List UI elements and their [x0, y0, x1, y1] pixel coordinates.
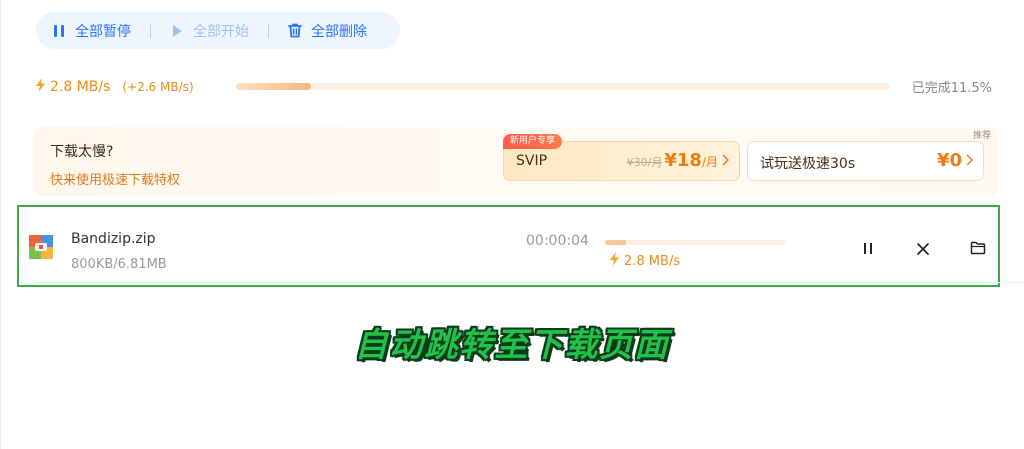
- trial-current-price: ¥0: [936, 150, 962, 171]
- open-folder-button[interactable]: [969, 240, 987, 258]
- remove-button[interactable]: [914, 240, 932, 258]
- svip-price: ¥30/月 ¥18 /月: [626, 150, 730, 171]
- svip-original-price: ¥30/月: [626, 156, 663, 169]
- pause-all-button[interactable]: 全部暂停: [52, 12, 131, 49]
- zip-archive-icon: [29, 235, 53, 259]
- overall-progress-bar: [236, 83, 890, 90]
- lightning-icon: [36, 78, 45, 96]
- folder-icon: [970, 240, 986, 259]
- svip-price-unit: /月: [701, 155, 718, 169]
- download-item-row[interactable]: Bandizip.zip 800KB/6.81MB 00:00:04 2.8 M…: [17, 205, 1000, 287]
- promo-title: 下载太慢?: [50, 144, 114, 160]
- elapsed-time: 00:00:04: [526, 233, 589, 249]
- item-progress-bar: [605, 240, 786, 245]
- completed-percent: 已完成11.5%: [911, 81, 992, 96]
- play-icon: [170, 24, 184, 38]
- recommend-tag: 推荐: [972, 131, 991, 141]
- svip-offer-card[interactable]: 新用户专享 SVIP ¥30/月 ¥18 /月: [503, 134, 740, 181]
- overall-progress-fill: [236, 83, 312, 90]
- start-all-button[interactable]: 全部开始: [170, 12, 249, 49]
- toolbar-separator: [150, 23, 151, 38]
- list-divider: [36, 282, 1024, 283]
- pause-icon: [52, 24, 66, 38]
- chevron-right-icon: [722, 151, 730, 170]
- toolbar-separator: [268, 23, 269, 38]
- item-speed: 2.8 MB/s: [610, 252, 680, 270]
- new-user-badge: 新用户专享: [503, 134, 563, 149]
- item-progress-fill: [605, 240, 626, 245]
- delete-all-label: 全部删除: [311, 23, 367, 40]
- close-icon: [917, 240, 929, 259]
- item-speed-value: 2.8 MB/s: [624, 253, 681, 269]
- file-size: 800KB/6.81MB: [71, 257, 167, 272]
- download-toolbar: 全部暂停 全部开始 全部删除: [36, 12, 400, 49]
- pause-icon: [863, 240, 873, 259]
- delete-all-button[interactable]: 全部删除: [288, 12, 367, 49]
- svip-label: SVIP: [516, 153, 548, 169]
- trash-icon: [288, 23, 302, 38]
- overall-status: 2.8 MB/s (+2.6 MB/s) 已完成11.5%: [36, 75, 996, 99]
- chevron-right-icon: [966, 151, 974, 170]
- trial-offer-card[interactable]: 试玩送极速30s ¥0: [747, 141, 984, 181]
- trial-label: 试玩送极速30s: [760, 156, 856, 172]
- start-all-label: 全部开始: [193, 23, 249, 40]
- left-border: [0, 0, 1, 449]
- overlay-caption: 自动跳转至下载页面: [354, 325, 670, 364]
- pause-button[interactable]: [859, 240, 877, 258]
- lightning-icon: [610, 252, 619, 270]
- overall-speed: 2.8 MB/s (+2.6 MB/s): [36, 78, 194, 96]
- boost-speed: (+2.6 MB/s): [122, 80, 194, 94]
- trial-price: ¥0: [936, 150, 974, 171]
- svip-current-price: ¥18: [664, 150, 702, 171]
- speed-upgrade-banner: 推荐 下载太慢? 快来使用极速下载特权 新用户专享 SVIP ¥30/月 ¥18…: [34, 127, 999, 196]
- current-speed: 2.8 MB/s: [50, 79, 111, 95]
- pause-all-label: 全部暂停: [75, 23, 131, 40]
- file-name: Bandizip.zip: [71, 231, 156, 247]
- promo-subtitle: 快来使用极速下载特权: [50, 173, 181, 188]
